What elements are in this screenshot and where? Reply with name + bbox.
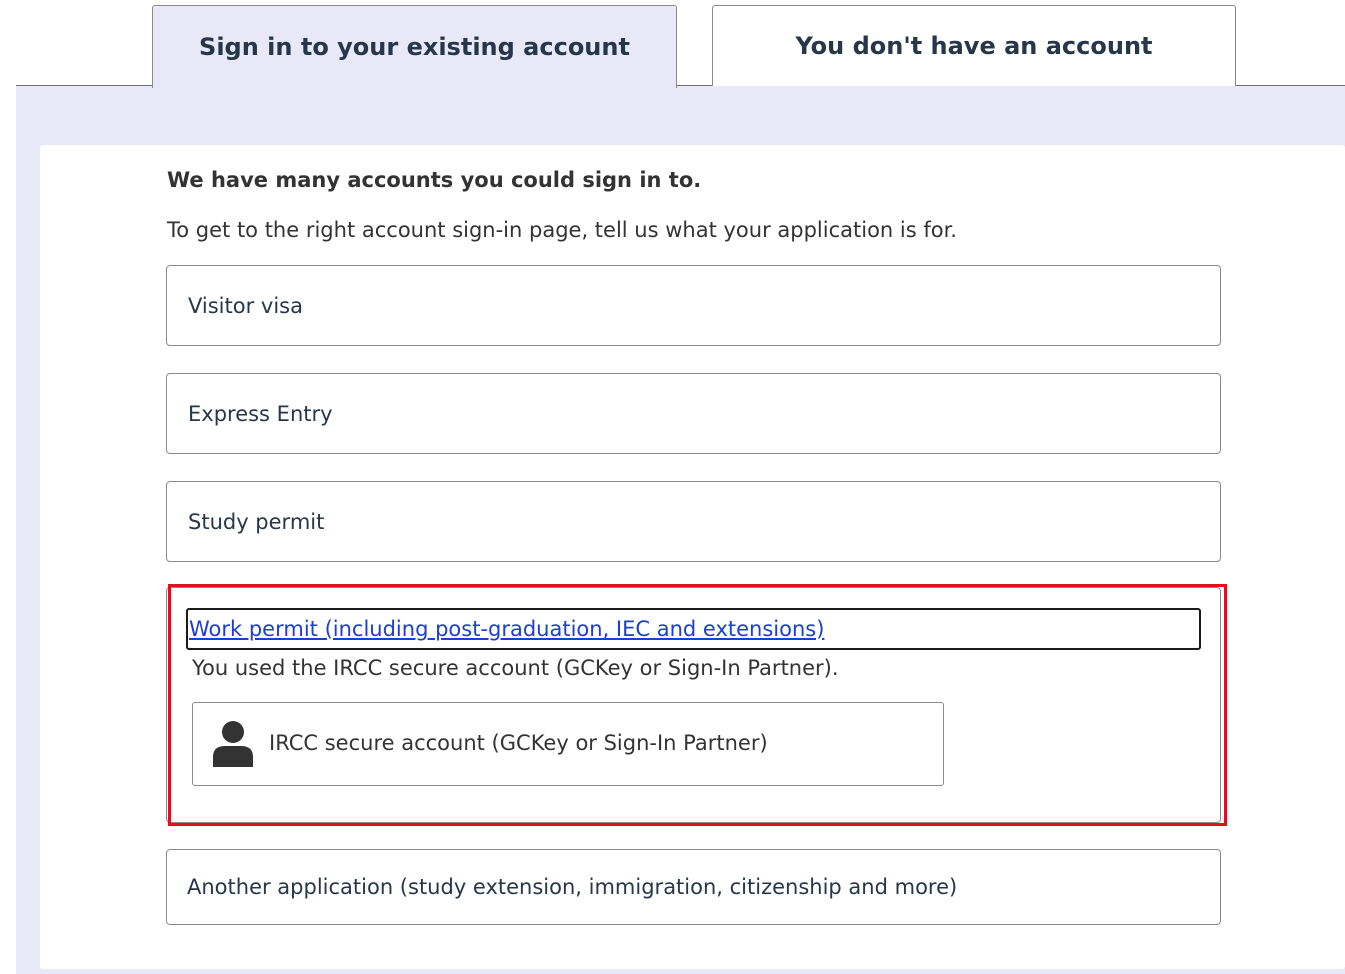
- option-visitor-visa-label: Visitor visa: [188, 293, 303, 318]
- option-study-permit-label: Study permit: [188, 509, 325, 534]
- option-express-entry[interactable]: Express Entry: [166, 373, 1221, 454]
- option-express-entry-label: Express Entry: [188, 401, 333, 426]
- option-work-permit-link[interactable]: Work permit (including post-graduation, …: [186, 608, 1201, 650]
- ircc-secure-account-label: IRCC secure account (GCKey or Sign-In Pa…: [269, 731, 768, 755]
- tab-sign-in[interactable]: Sign in to your existing account: [152, 5, 677, 88]
- page-heading: We have many accounts you could sign in …: [167, 168, 702, 192]
- tab-no-account[interactable]: You don't have an account: [712, 5, 1236, 86]
- option-another-application[interactable]: Another application (study extension, im…: [166, 849, 1221, 925]
- tab-sign-in-label: Sign in to your existing account: [199, 33, 630, 61]
- person-icon: [213, 721, 253, 767]
- account-used-text: You used the IRCC secure account (GCKey …: [192, 656, 839, 680]
- tab-no-account-label: You don't have an account: [795, 32, 1153, 60]
- option-visitor-visa[interactable]: Visitor visa: [166, 265, 1221, 346]
- page: Sign in to your existing account You don…: [0, 0, 1345, 974]
- option-another-application-label: Another application (study extension, im…: [187, 875, 958, 899]
- intro-text: To get to the right account sign-in page…: [167, 218, 957, 242]
- option-study-permit[interactable]: Study permit: [166, 481, 1221, 562]
- ircc-secure-account-button[interactable]: IRCC secure account (GCKey or Sign-In Pa…: [192, 702, 944, 786]
